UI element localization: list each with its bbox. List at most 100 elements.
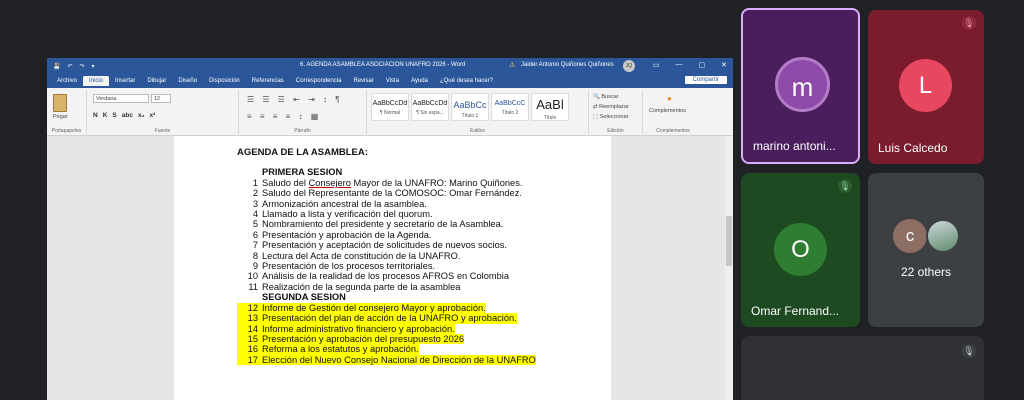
customize-qat-icon[interactable]: ▾ — [92, 63, 95, 70]
list-item-highlighted: 17 Elección del Nuevo Consejo Nacional de… — [237, 354, 536, 366]
others-count: 22 others — [900, 265, 952, 279]
document-title: 6. AGENDA ASAMBLEA ASOCIACION UNAFRO 202… — [300, 62, 466, 68]
list-item-highlighted: 13 Presentación del plan de acción de la … — [237, 313, 536, 324]
section-2-heading: SEGUNDA SESION — [262, 292, 346, 303]
quick-access-toolbar: 💾 ↶ ↷ ▾ — [53, 63, 95, 70]
shared-screen: 💾 ↶ ↷ ▾ 6. AGENDA ASAMBLEA ASOCIACION UN… — [38, 0, 733, 400]
participant-tile[interactable]: 🎙 O Omar Fernand... — [741, 173, 860, 327]
strikethrough-button[interactable]: abc — [122, 112, 133, 119]
warning-icon: ⚠ — [509, 62, 516, 69]
tab-ayuda[interactable]: Ayuda — [405, 76, 434, 86]
group-label: Complementos — [656, 128, 690, 134]
participant-name: Omar Fernand... — [751, 304, 840, 318]
tab-revisar[interactable]: Revisar — [347, 76, 379, 86]
minimize-button[interactable]: — — [676, 61, 683, 69]
replace-button[interactable]: ⇄ Reemplazar — [593, 104, 629, 110]
list-item-highlighted: 14 Informe administrativo financiero y ap… — [237, 323, 536, 334]
section-1-heading: PRIMERA SESION — [262, 167, 343, 178]
word-titlebar: 💾 ↶ ↷ ▾ 6. AGENDA ASAMBLEA ASOCIACION UN… — [47, 58, 733, 74]
paste-label[interactable]: Pegar — [53, 114, 68, 120]
tab-referencias[interactable]: Referencias — [246, 76, 290, 86]
ribbon-display-icon[interactable]: ▭ — [653, 61, 660, 69]
ribbon: Pegar Portapapeles Verdana 12 N K S abc … — [47, 88, 733, 136]
list-item: 8 Lectura del Acta de constitución de la … — [252, 250, 461, 261]
list-item: 4 Llamado a lista y verificación del quor… — [252, 209, 433, 220]
document-page[interactable]: AGENDA DE LA ASAMBLEA: PRIMERA SESION 1S… — [174, 136, 611, 400]
list-item: 5 Nombramiento del presidente y secretari… — [252, 219, 504, 230]
meet-window: 💾 ↶ ↷ ▾ 6. AGENDA ASAMBLEA ASOCIACION UN… — [0, 0, 1024, 400]
document-area: AGENDA DE LA ASAMBLEA: PRIMERA SESION 1S… — [47, 136, 733, 400]
font-size-select[interactable]: 12 — [151, 94, 171, 103]
scroll-thumb[interactable] — [726, 216, 732, 266]
group-font: Verdana 12 N K S abc x₂ x² Fuente — [87, 90, 239, 134]
style-heading2[interactable]: AaBbCcC Título 2 — [491, 93, 529, 121]
list-item: 3 Armonización ancestral de la asamblea. — [252, 198, 427, 209]
close-button[interactable]: ✕ — [721, 61, 727, 69]
avatar: c — [893, 219, 927, 253]
subscript-button[interactable]: x₂ — [138, 112, 145, 119]
document-body[interactable]: AGENDA DE LA ASAMBLEA: PRIMERA SESION 1S… — [237, 147, 536, 366]
list-item: 7 Presentación y aceptación de solicitude… — [252, 240, 507, 251]
tab-inicio[interactable]: Inicio — [83, 76, 110, 86]
avatar: m — [775, 57, 830, 112]
align-icons[interactable]: ≡ ≡ ≡ ≡ ↕ ▦ — [247, 112, 321, 121]
tab-vista[interactable]: Vista — [380, 76, 405, 86]
underline-button[interactable]: S — [112, 112, 116, 119]
group-label: Edición — [607, 128, 624, 134]
tab-disposicion[interactable]: Disposición — [203, 76, 246, 86]
addins-icon[interactable]: ● — [667, 94, 672, 103]
participant-tile[interactable]: m marino antoni... — [741, 8, 860, 164]
list-item-highlighted: 16 Reforma a los estatutos y aprobación. — [237, 344, 536, 355]
list-icons[interactable]: ☰ ☰ ☰ ⇤ ⇥ ↕ ¶ — [247, 95, 343, 104]
group-styles: AaBbCcDd ¶ Normal AaBbCcDd ¶ Sin espa... A… — [367, 90, 589, 134]
paste-icon[interactable] — [53, 94, 67, 112]
ribbon-tabs: Archivo Inicio Insertar Dibujar Diseño D… — [47, 74, 733, 88]
save-icon[interactable]: 💾 — [53, 63, 60, 70]
list-item: 6 Presentación y aprobación de la Agenda. — [252, 229, 432, 240]
group-label: Portapapeles — [51, 128, 82, 134]
style-heading1[interactable]: AaBbCc Título 1 — [451, 93, 489, 121]
undo-icon[interactable]: ↶ — [67, 63, 72, 70]
tab-dibujar[interactable]: Dibujar — [141, 76, 172, 86]
vertical-scrollbar[interactable] — [725, 136, 733, 400]
participant-tile[interactable]: 🎙 L Luis Calcedo — [868, 10, 984, 164]
list-item-highlighted: 15 Presentación y aprobación del presupue… — [237, 333, 536, 345]
superscript-button[interactable]: x² — [149, 112, 155, 119]
find-button[interactable]: 🔍 Buscar — [593, 94, 619, 100]
mic-off-icon: 🎙 — [838, 179, 852, 193]
format-buttons: N K S abc x₂ x² — [93, 112, 155, 119]
avatar: O — [774, 223, 827, 276]
participant-tile[interactable]: 🎙 — [741, 336, 984, 400]
window-controls: ▭ — ▢ ✕ — [653, 61, 727, 69]
tab-archivo[interactable]: Archivo — [51, 76, 83, 86]
italic-button[interactable]: K — [103, 112, 108, 119]
mic-off-icon: 🎙 — [962, 344, 976, 358]
tell-me-search[interactable]: ¿Qué desea hacer? — [434, 76, 499, 86]
participant-name: marino antoni... — [753, 139, 836, 153]
user-avatar[interactable]: JQ — [623, 60, 635, 72]
bold-button[interactable]: N — [93, 112, 98, 119]
style-normal[interactable]: AaBbCcDd ¶ Normal — [371, 93, 409, 121]
tab-diseno[interactable]: Diseño — [172, 76, 203, 86]
avatar-photo — [926, 219, 960, 253]
redo-icon[interactable]: ↷ — [80, 63, 85, 70]
share-button[interactable]: Compartir — [684, 76, 727, 84]
tab-correspondencia[interactable]: Correspondencia — [290, 76, 348, 86]
list-item: 2 Saludo del Representante de la COMOSOC:… — [252, 188, 522, 199]
select-button[interactable]: ⬚ Seleccionar — [593, 114, 628, 120]
participant-name: Luis Calcedo — [878, 141, 948, 155]
group-addins: ● Complementos Complementos — [643, 90, 703, 134]
group-label: Párrafo — [294, 128, 311, 134]
maximize-button[interactable]: ▢ — [699, 61, 706, 69]
style-no-spacing[interactable]: AaBbCcDd ¶ Sin espa... — [411, 93, 449, 121]
tab-insertar[interactable]: Insertar — [109, 76, 141, 86]
addins-button[interactable]: Complementos — [649, 108, 686, 114]
avatar: L — [899, 59, 952, 112]
others-tile[interactable]: c 22 others — [868, 173, 984, 327]
user-name[interactable]: Jaider Antonio Quiñones Quiñones — [521, 62, 614, 68]
style-title[interactable]: AaBl Título — [531, 93, 569, 121]
group-label: Estilos — [470, 128, 485, 134]
group-editing: 🔍 Buscar ⇄ Reemplazar ⬚ Seleccionar Edic… — [589, 90, 643, 134]
font-name-select[interactable]: Verdana — [93, 94, 149, 103]
list-item: 10 Análisis de la realidad de los proceso… — [247, 271, 510, 282]
